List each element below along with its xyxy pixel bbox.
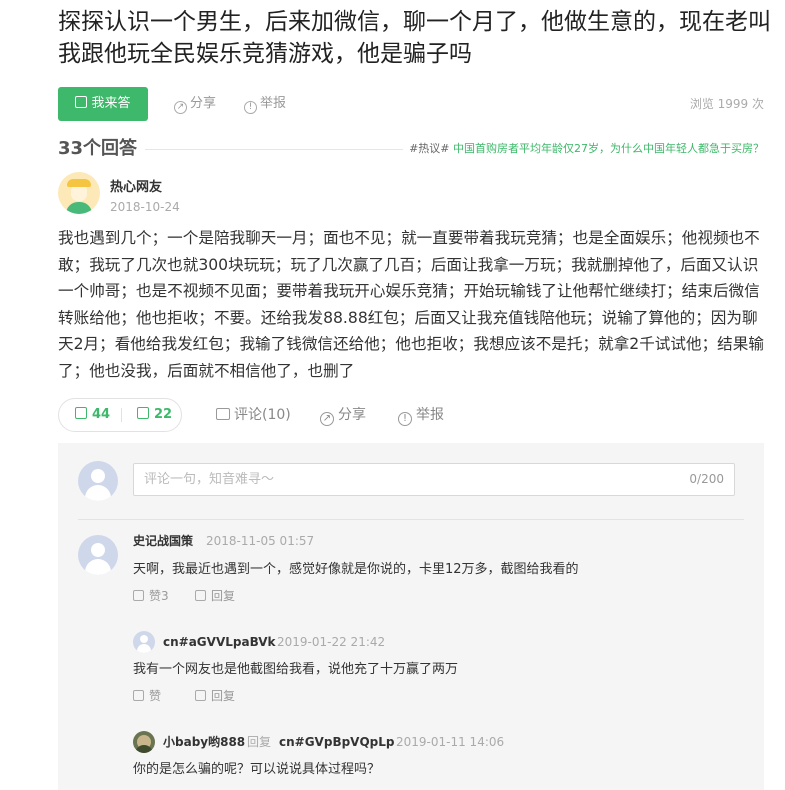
question-title: 探探认识一个男生，后来加微信，聊一个月了，他做生意的，现在老叫我跟他玩全民娱乐竞… xyxy=(58,9,771,67)
share-label: 分享 xyxy=(190,96,217,111)
thumb-down-icon xyxy=(137,407,149,419)
reply-button[interactable]: 回复 xyxy=(195,587,235,605)
comment-toggle[interactable]: 评论(10) xyxy=(216,404,291,426)
comment-label: 评论(10) xyxy=(234,407,291,423)
like-icon xyxy=(133,590,144,601)
edit-icon xyxy=(75,96,88,108)
comment-text: 天啊，我最近也遇到一个，感觉好像就是你说的，卡里12万多，截图给我看的 xyxy=(133,562,579,577)
char-counter: 0/200 xyxy=(689,472,724,486)
like-label: 赞 xyxy=(149,689,162,703)
share-icon: ↗ xyxy=(320,412,334,426)
like-button[interactable]: 赞 xyxy=(133,687,161,705)
answer-button-label: 我来答 xyxy=(91,96,131,111)
answer-share-label: 分享 xyxy=(338,407,366,423)
downvote-count: 22 xyxy=(154,407,173,422)
like-icon xyxy=(133,690,144,701)
answer-date: 2018-10-24 xyxy=(110,200,180,214)
comment-user[interactable]: 小baby哟888 xyxy=(163,733,245,751)
comment-icon xyxy=(216,408,230,420)
avatar[interactable] xyxy=(78,535,118,575)
answer-button[interactable]: 我来答 xyxy=(58,87,148,121)
upvote-button[interactable]: 44 xyxy=(75,399,110,431)
report-label: 举报 xyxy=(260,96,287,111)
answer-body: 我也遇到几个；一个是陪我聊天一月；面也不见；就一直要带着我玩竞猜；也是全面娱乐；… xyxy=(58,229,764,380)
downvote-button[interactable]: 22 xyxy=(137,399,172,431)
answer-report-label: 举报 xyxy=(416,407,444,423)
answer-share-link[interactable]: ↗ 分享 xyxy=(320,404,366,426)
share-link[interactable]: ↗ 分享 xyxy=(174,87,216,121)
comment-date: 2019-01-22 21:42 xyxy=(277,635,386,649)
view-count: 浏览 1999 次 xyxy=(689,97,764,111)
hot-topic-text: 中国首购房者平均年龄仅27岁，为什么中国年轻人都急于买房？ xyxy=(453,142,764,155)
reply-button[interactable]: 回复 xyxy=(195,687,235,705)
comment-date: 2019-01-11 14:06 xyxy=(396,735,505,749)
comment-placeholder: 评论一句，知音难寻～ xyxy=(144,472,275,487)
avatar[interactable] xyxy=(58,172,100,214)
comment-panel: 评论一句，知音难寻～ 0/200 史记战国策 2018-11-05 01:57 … xyxy=(58,443,764,790)
avatar[interactable] xyxy=(133,731,155,753)
reply-icon xyxy=(195,690,206,701)
comment-text: 我有一个网友也是他截图给我看，说他充了十万赢了两万 xyxy=(133,662,459,677)
thumb-up-icon xyxy=(75,407,87,419)
answer-report-link[interactable]: ! 举报 xyxy=(398,404,444,426)
report-icon: ! xyxy=(398,412,412,426)
upvote-count: 44 xyxy=(92,407,111,422)
report-link[interactable]: ! 举报 xyxy=(244,87,286,121)
question-actions: 我来答 ↗ 分享 ! 举报 浏览 1999 次 xyxy=(58,87,764,121)
comment-text: 你的是怎么骗的呢？可以说说具体过程吗？ xyxy=(133,762,381,777)
avatar xyxy=(78,461,118,501)
answer-count: 33个回答 xyxy=(58,137,146,161)
divider xyxy=(78,519,744,520)
author-name[interactable]: 热心网友 xyxy=(110,176,162,195)
comment-user[interactable]: 史记战国策 xyxy=(133,532,193,550)
hot-topic-link[interactable]: #热议# 中国首购房者平均年龄仅27岁，为什么中国年轻人都急于买房？ xyxy=(403,141,764,157)
reply-label: 回复 xyxy=(211,689,236,703)
like-label: 赞3 xyxy=(149,589,169,603)
reply-label: 回复 xyxy=(211,589,236,603)
avatar[interactable] xyxy=(133,631,155,653)
comment-input[interactable]: 评论一句，知音难寻～ 0/200 xyxy=(133,463,735,496)
comment-date: 2018-11-05 01:57 xyxy=(206,534,315,548)
reply-word: 回复 xyxy=(247,735,272,749)
reply-icon xyxy=(195,590,206,601)
comment-user[interactable]: cn#aGVVLpaBVk xyxy=(163,633,276,651)
report-icon: ! xyxy=(244,101,257,114)
hot-tag: #热议# xyxy=(409,142,450,155)
answer-author: 热心网友 2018-10-24 xyxy=(58,172,558,218)
reply-target-user[interactable]: cn#GVpBpVQpLp xyxy=(279,733,395,751)
like-button[interactable]: 赞3 xyxy=(133,587,169,605)
vote-box: 44 22 xyxy=(58,398,182,432)
answers-header: 33个回答 #热议# 中国首购房者平均年龄仅27岁，为什么中国年轻人都急于买房？ xyxy=(58,137,764,161)
share-icon: ↗ xyxy=(174,101,187,114)
